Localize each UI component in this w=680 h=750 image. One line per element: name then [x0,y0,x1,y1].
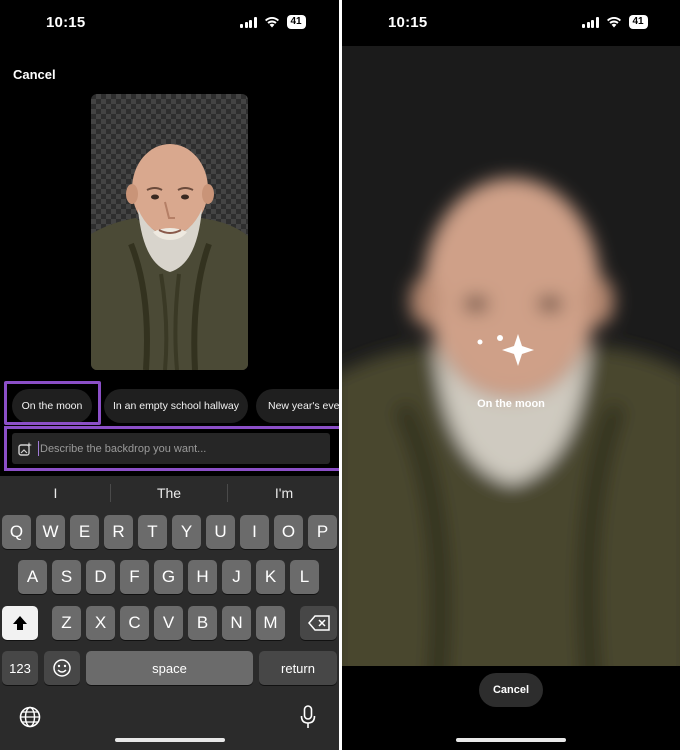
prediction-item[interactable]: The [118,485,220,501]
onscreen-keyboard: I The I'm Q W E R T Y U I O P A S D F G … [0,476,339,750]
suggestion-chip[interactable]: New year's eve [256,389,339,423]
key-y[interactable]: Y [172,515,201,549]
key-k[interactable]: K [256,560,285,594]
battery-indicator: 41 [286,15,306,29]
backdrop-editor-screen: 10:15 41 Cancel On the moon In an empty … [0,0,339,750]
status-time: 10:15 [46,14,86,31]
space-key[interactable]: space [86,651,253,685]
shift-key[interactable] [2,606,38,640]
prediction-divider [110,484,111,502]
key-f[interactable]: F [120,560,149,594]
prediction-item[interactable]: I'm [234,485,334,501]
microphone-icon[interactable] [300,705,316,729]
key-w[interactable]: W [36,515,65,549]
key-c[interactable]: C [120,606,149,640]
backspace-icon [307,615,330,631]
return-key[interactable]: return [259,651,337,685]
backdrop-prompt-field[interactable] [12,433,330,464]
status-bar: 10:15 41 [342,0,680,44]
key-u[interactable]: U [206,515,235,549]
status-time: 10:15 [388,14,428,31]
subject-cutout-preview [91,94,248,370]
key-a[interactable]: A [18,560,47,594]
wifi-icon [264,17,279,28]
key-m[interactable]: M [256,606,285,640]
home-indicator[interactable] [456,738,566,742]
key-l[interactable]: L [290,560,319,594]
key-r[interactable]: R [104,515,133,549]
cancel-button[interactable]: Cancel [479,673,543,707]
backdrop-generating-screen: 10:15 41 On the moon Cancel [342,0,680,750]
wifi-icon [606,17,621,28]
shift-arrow-icon [13,616,27,630]
backdrop-prompt-input[interactable] [40,442,310,455]
key-v[interactable]: V [154,606,183,640]
generating-caption: On the moon [477,398,545,410]
key-s[interactable]: S [52,560,81,594]
key-x[interactable]: X [86,606,115,640]
battery-indicator: 41 [628,15,648,29]
key-n[interactable]: N [222,606,251,640]
key-q[interactable]: Q [2,515,31,549]
text-cursor [38,441,39,456]
numbers-key[interactable]: 123 [2,651,38,685]
key-i[interactable]: I [240,515,269,549]
cellular-signal-icon [582,16,599,28]
sparkle-icon [477,334,534,366]
cellular-signal-icon [240,16,257,28]
suggestion-chip[interactable]: In an empty school hallway [104,389,248,423]
key-h[interactable]: H [188,560,217,594]
status-bar: 10:15 41 [0,0,339,44]
image-sparkle-icon [18,441,32,456]
prediction-item[interactable]: I [8,485,103,501]
cancel-button[interactable]: Cancel [13,67,56,82]
key-t[interactable]: T [138,515,167,549]
backspace-key[interactable] [300,606,337,640]
key-o[interactable]: O [274,515,303,549]
key-e[interactable]: E [70,515,99,549]
key-j[interactable]: J [222,560,251,594]
selected-suggestion-highlight [4,381,101,425]
subject-photo [91,144,248,370]
emoji-icon [53,659,71,677]
prediction-divider [227,484,228,502]
home-indicator[interactable] [115,738,225,742]
globe-icon[interactable] [19,706,41,728]
predictive-text-bar: I The I'm [0,476,339,510]
emoji-key[interactable] [44,651,80,685]
status-icons: 41 [582,15,648,29]
key-d[interactable]: D [86,560,115,594]
key-b[interactable]: B [188,606,217,640]
key-z[interactable]: Z [52,606,81,640]
key-g[interactable]: G [154,560,183,594]
key-p[interactable]: P [308,515,337,549]
status-icons: 41 [240,15,306,29]
